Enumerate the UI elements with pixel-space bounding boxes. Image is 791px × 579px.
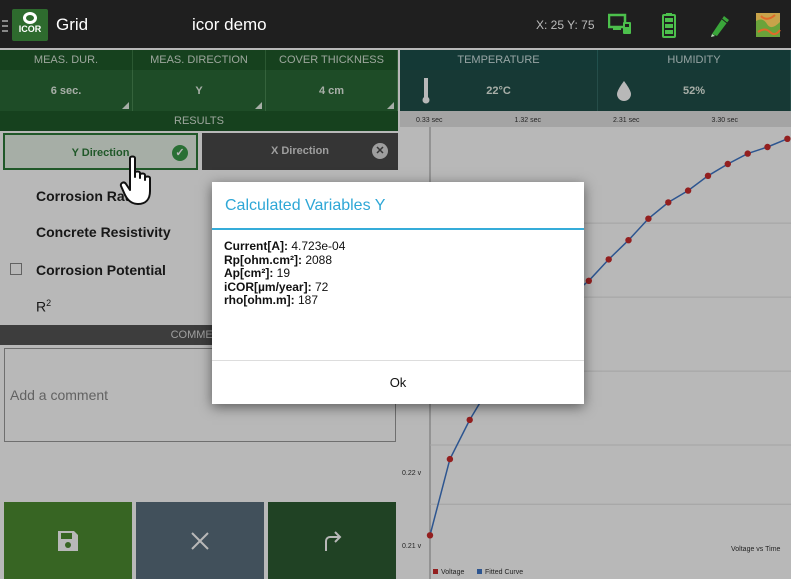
pen-icon[interactable]	[708, 12, 732, 38]
variable-row: Ap[cm²]: 19	[224, 266, 291, 280]
dialog-title: Calculated Variables Y	[225, 197, 386, 214]
battery-icon	[662, 13, 676, 38]
project-title: icor demo	[192, 15, 267, 34]
app-title: Grid	[56, 15, 89, 34]
dialog-title-divider	[212, 228, 584, 230]
variable-row: rho[ohm.m]: 187	[224, 293, 319, 307]
variable-row: Rp[ohm.cm²]: 2088	[224, 252, 333, 267]
dialog-body: Current[A]: 4.723e-04 Rp[ohm.cm²]: 2088 …	[224, 239, 346, 308]
drawer-menu-icon[interactable]	[2, 20, 8, 32]
variable-row: iCOR[µm/year]: 72	[224, 279, 329, 294]
variable-row: Current[A]: 4.723e-04	[224, 239, 346, 253]
calculated-variables-dialog: Calculated Variables Y Current[A]: 4.723…	[212, 182, 584, 404]
pc-connect-icon[interactable]	[608, 12, 632, 38]
hand-pointer-icon	[119, 155, 151, 205]
app-toolbar: ICOR Grid icor demo X: 25 Y: 75	[0, 0, 791, 48]
map-icon[interactable]	[755, 12, 781, 38]
ok-button[interactable]: Ok	[212, 361, 584, 404]
app-logo: ICOR	[12, 9, 48, 41]
grid-coordinates: X: 25 Y: 75	[536, 18, 595, 32]
